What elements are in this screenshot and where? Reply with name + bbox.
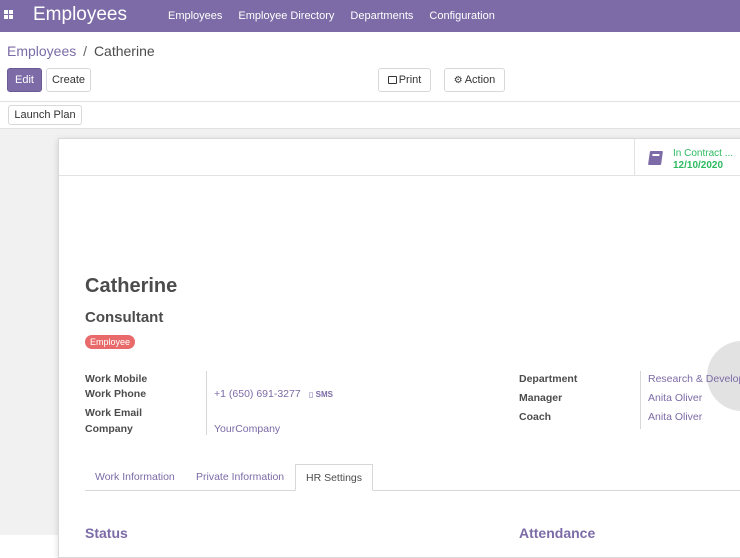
- app-title[interactable]: Employees: [33, 3, 127, 27]
- mobile-icon: ▯: [309, 390, 314, 399]
- button-box: In Contract ... 12/10/2020: [59, 139, 740, 176]
- form-statusbar: Launch Plan: [0, 102, 740, 129]
- sms-link[interactable]: ▯ SMS: [309, 390, 333, 399]
- manager-label: Manager: [519, 392, 563, 404]
- company-label: Company: [85, 423, 133, 435]
- launch-plan-button[interactable]: Launch Plan: [8, 105, 82, 125]
- coach-value[interactable]: Anita Oliver: [648, 411, 702, 423]
- edit-button[interactable]: Edit: [7, 68, 42, 92]
- department-value[interactable]: Research & Develop: [648, 373, 740, 385]
- book-icon: [648, 151, 663, 165]
- gear-icon: ⚙: [453, 75, 463, 86]
- contract-stat-button[interactable]: In Contract ... 12/10/2020: [634, 139, 740, 176]
- menu-employee-directory[interactable]: Employee Directory: [238, 10, 334, 22]
- tab-hr-settings[interactable]: HR Settings: [295, 464, 374, 491]
- breadcrumb-separator: /: [83, 43, 88, 59]
- control-panel: Employees / Catherine Edit Create Print …: [0, 32, 740, 102]
- work-phone-value[interactable]: +1 (650) 691-3277: [214, 388, 301, 400]
- status-section-title: Status: [85, 525, 128, 541]
- tab-private-information[interactable]: Private Information: [186, 464, 294, 491]
- work-email-label: Work Email: [85, 407, 142, 419]
- action-label: Action: [464, 74, 496, 86]
- employee-tag[interactable]: Employee: [85, 335, 136, 349]
- work-mobile-label: Work Mobile: [85, 373, 148, 385]
- contract-stat-value: 12/10/2020: [673, 160, 724, 171]
- manager-value[interactable]: Anita Oliver: [648, 392, 702, 404]
- employee-form-sheet: In Contract ... 12/10/2020 Catherine Con…: [58, 138, 740, 558]
- work-phone-label: Work Phone: [85, 388, 147, 400]
- contract-stat-label: In Contract ...: [673, 148, 734, 159]
- department-label: Department: [519, 373, 578, 385]
- menu-departments[interactable]: Departments: [350, 10, 413, 22]
- left-field-divider: [206, 371, 207, 435]
- top-navbar: Employees Employees Employee Directory D…: [0, 0, 740, 32]
- apps-menu-icon[interactable]: [4, 10, 13, 19]
- form-tabs: Work Information Private Information HR …: [85, 464, 740, 491]
- breadcrumb-current: Catherine: [93, 43, 155, 59]
- print-button[interactable]: Print: [378, 68, 431, 92]
- tab-work-information[interactable]: Work Information: [85, 464, 185, 491]
- company-value[interactable]: YourCompany: [214, 423, 280, 435]
- main-menu: Employees Employee Directory Departments…: [168, 0, 511, 32]
- employee-job-title[interactable]: Consultant: [85, 309, 163, 326]
- print-label: Print: [398, 74, 422, 86]
- print-icon: [387, 76, 397, 84]
- sms-label: SMS: [315, 390, 333, 399]
- breadcrumb: Employees / Catherine: [7, 43, 155, 59]
- attendance-section-title: Attendance: [519, 525, 596, 541]
- create-button[interactable]: Create: [46, 68, 91, 92]
- right-field-divider: [640, 371, 641, 429]
- menu-employees[interactable]: Employees: [168, 10, 222, 22]
- employee-name[interactable]: Catherine: [85, 275, 177, 298]
- coach-label: Coach: [519, 411, 552, 423]
- menu-configuration[interactable]: Configuration: [429, 10, 494, 22]
- action-button[interactable]: ⚙ Action: [444, 68, 505, 92]
- breadcrumb-employees-link[interactable]: Employees: [7, 43, 76, 59]
